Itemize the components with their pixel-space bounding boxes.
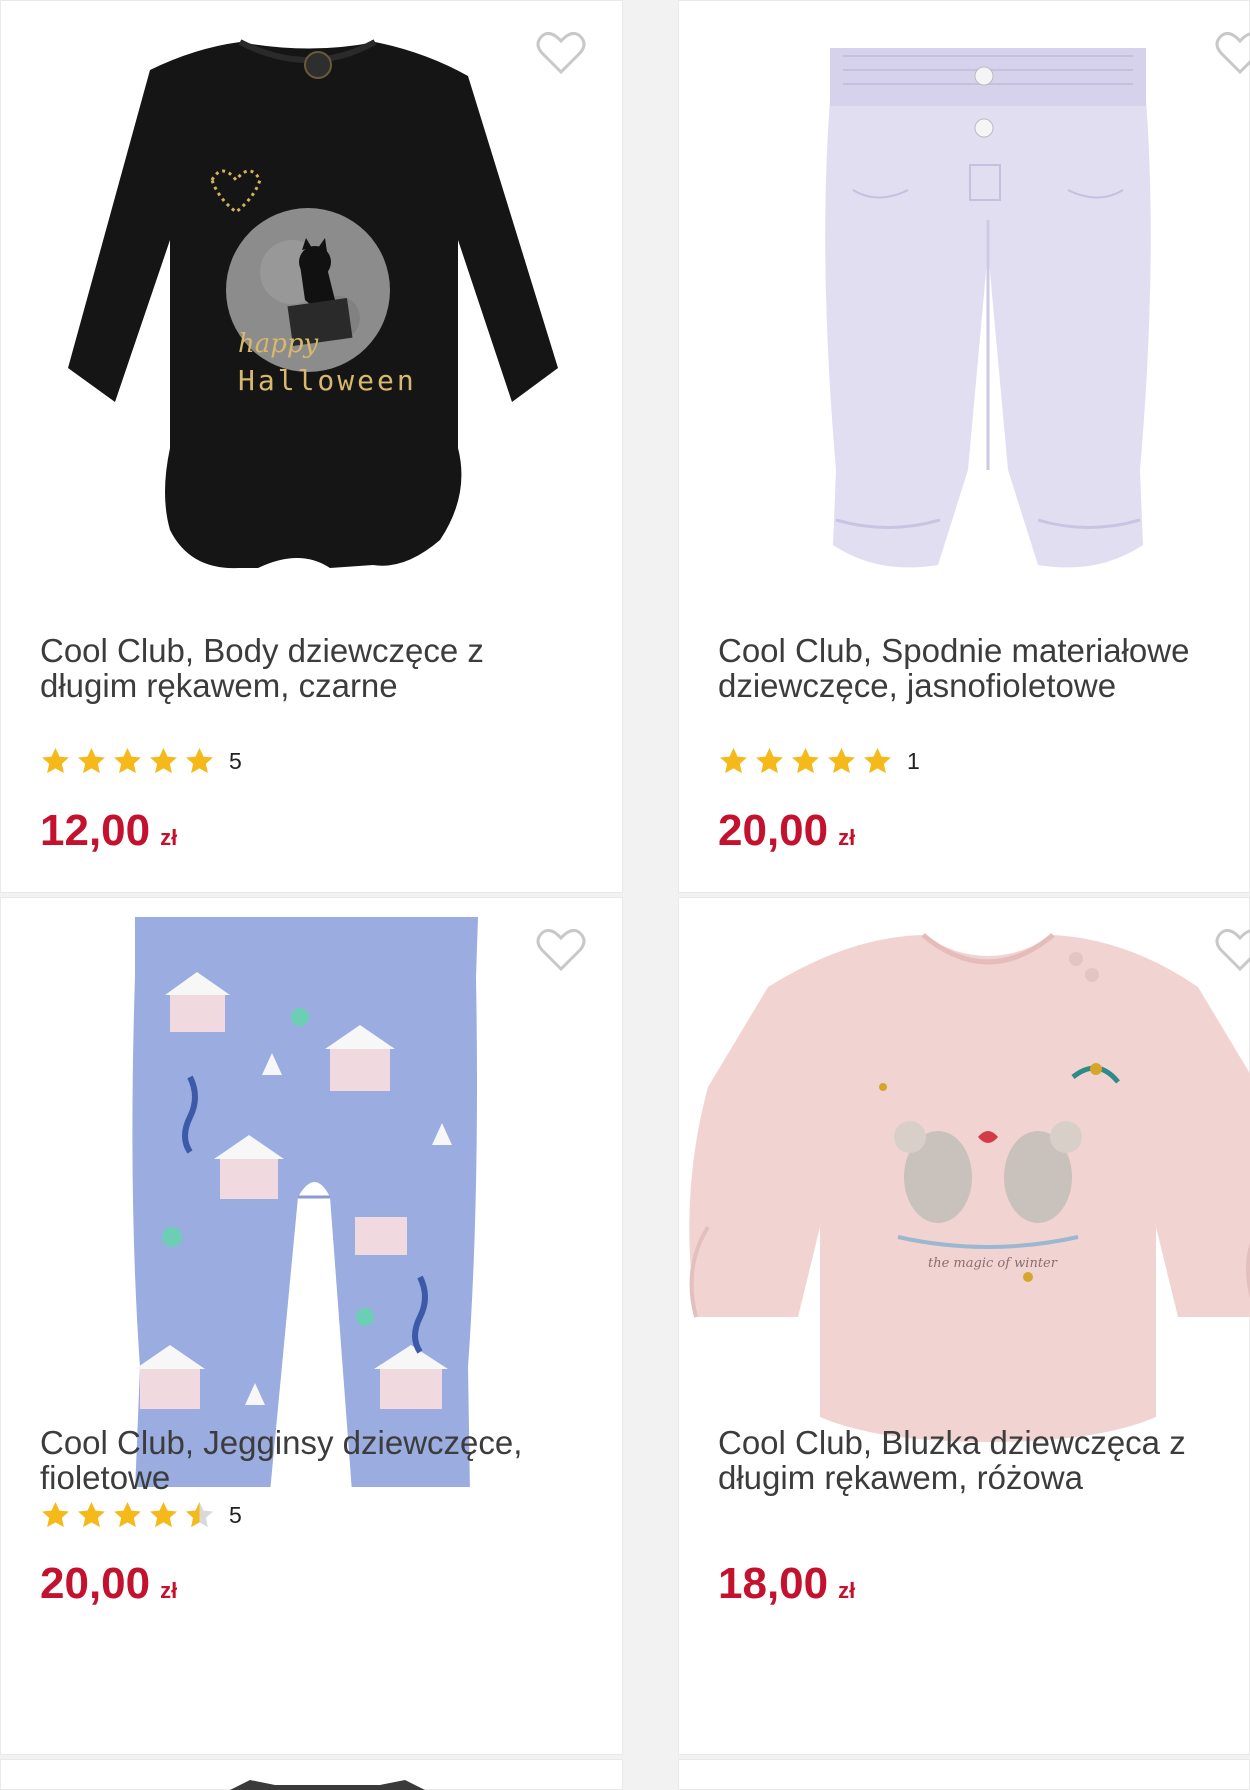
star-icon <box>42 747 69 774</box>
product-price: 20,00 zł <box>40 1559 177 1616</box>
product-image[interactable] <box>0 897 623 1487</box>
stars <box>718 746 893 777</box>
price-value: 20,00 <box>718 806 829 855</box>
price-value: 12,00 <box>40 806 151 855</box>
stars <box>40 1500 215 1531</box>
svg-text:the magic of winter: the magic of winter <box>928 1256 1058 1271</box>
price-currency: zł <box>160 825 178 850</box>
favorite-heart-icon[interactable] <box>1214 927 1250 973</box>
star-icon <box>720 747 747 774</box>
price-currency: zł <box>838 1578 856 1603</box>
star-icon <box>150 747 177 774</box>
star-icon <box>114 1501 141 1528</box>
product-title[interactable]: Cool Club, Bluzka dziewczęca z długim rę… <box>718 1425 1250 1495</box>
product-image[interactable]: the magic of winter <box>678 897 1250 1487</box>
price-currency: zł <box>838 825 856 850</box>
stars <box>40 746 215 777</box>
star-icon <box>114 747 141 774</box>
rating-count: 1 <box>907 748 920 774</box>
product-title[interactable]: Cool Club, Jegginsy dziewczęce, fioletow… <box>40 1425 580 1495</box>
star-icon <box>828 747 855 774</box>
product-rating: 5 <box>40 746 242 777</box>
rating-count: 5 <box>229 1502 242 1528</box>
product-card[interactable]: Cool Club, Jegginsy dziewczęce, fioletow… <box>0 897 623 1755</box>
product-image[interactable]: happy Halloween <box>0 0 623 590</box>
product-rating: 5 <box>40 1500 242 1531</box>
favorite-heart-icon[interactable] <box>535 30 587 76</box>
star-icon <box>78 747 105 774</box>
product-title[interactable]: Cool Club, Spodnie materiałowe dziewczęc… <box>718 633 1250 703</box>
price-value: 20,00 <box>40 1559 151 1608</box>
product-rating: 1 <box>718 746 920 777</box>
product-card-partial[interactable] <box>678 1759 1250 1790</box>
star-icon <box>78 1501 105 1528</box>
product-title[interactable]: Cool Club, Body dziewczęce z długim ręka… <box>40 633 580 703</box>
star-icon <box>186 747 213 774</box>
svg-text:Halloween: Halloween <box>238 364 417 397</box>
product-card[interactable]: happy Halloween Cool Club, Body dziewczę… <box>0 0 623 893</box>
price-value: 18,00 <box>718 1559 829 1608</box>
price-currency: zł <box>160 1578 178 1603</box>
rating-count: 5 <box>229 748 242 774</box>
star-icon <box>756 747 783 774</box>
product-card[interactable]: Cool Club, Spodnie materiałowe dziewczęc… <box>678 0 1250 893</box>
star-icon <box>150 1501 177 1528</box>
star-icon <box>864 747 891 774</box>
product-image-partial <box>230 1780 425 1790</box>
half-star-icon <box>186 1501 213 1528</box>
product-price: 12,00 zł <box>40 806 177 863</box>
star-icon <box>792 747 819 774</box>
favorite-heart-icon[interactable] <box>535 927 587 973</box>
favorite-heart-icon[interactable] <box>1214 30 1250 76</box>
product-price: 20,00 zł <box>718 806 855 863</box>
product-image[interactable] <box>678 0 1250 590</box>
product-card-partial[interactable] <box>0 1759 623 1790</box>
star-icon <box>42 1501 69 1528</box>
product-card[interactable]: the magic of winter Cool Club, Bluzka dz… <box>678 897 1250 1755</box>
product-price: 18,00 zł <box>718 1559 855 1616</box>
svg-text:happy: happy <box>238 329 319 359</box>
